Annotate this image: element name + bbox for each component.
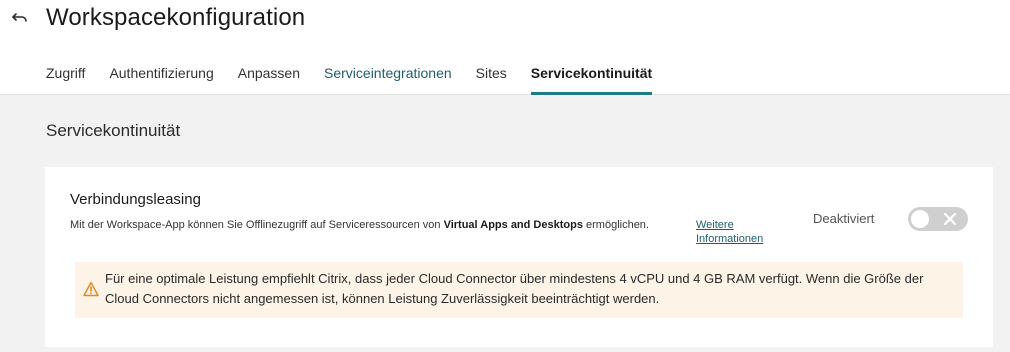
description-end: ermöglichen. [582, 219, 649, 231]
description-text: Mit der Workspace-App können Sie Offline… [70, 219, 444, 231]
card-description: Mit der Workspace-App können Sie Offline… [70, 218, 670, 232]
warning-banner: Für eine optimale Leistung empfiehlt Cit… [75, 262, 963, 318]
warning-text: Für eine optimale Leistung empfiehlt Cit… [105, 271, 924, 306]
tab-servicekontinuitaet[interactable]: Servicekontinuität [530, 64, 653, 95]
status-label: Deaktiviert [813, 211, 875, 226]
close-icon [943, 212, 957, 226]
back-arrow-icon[interactable] [10, 8, 30, 28]
tab-serviceintegrationen[interactable]: Serviceintegrationen [324, 64, 452, 95]
card-title: Verbindungsleasing [70, 191, 201, 208]
tab-sites[interactable]: Sites [476, 64, 507, 95]
more-info-link[interactable]: Weitere Informationen [696, 218, 786, 246]
tab-anpassen[interactable]: Anpassen [238, 64, 300, 95]
description-product: Virtual Apps and Desktops [443, 219, 583, 231]
tab-bar: Zugriff Authentifizierung Anpassen Servi… [46, 64, 653, 95]
tab-zugriff[interactable]: Zugriff [46, 64, 85, 95]
top-header: Workspacekonfiguration Zugriff Authentif… [0, 0, 1010, 95]
page-title: Workspacekonfiguration [46, 4, 306, 31]
connection-leasing-toggle[interactable] [908, 207, 968, 231]
warning-triangle-icon [83, 281, 99, 297]
toggle-knob [911, 210, 929, 228]
tab-authentifizierung[interactable]: Authentifizierung [109, 64, 213, 95]
section-title: Servicekontinuität [46, 121, 181, 140]
connection-leasing-card: Verbindungsleasing Mit der Workspace-App… [45, 167, 993, 347]
